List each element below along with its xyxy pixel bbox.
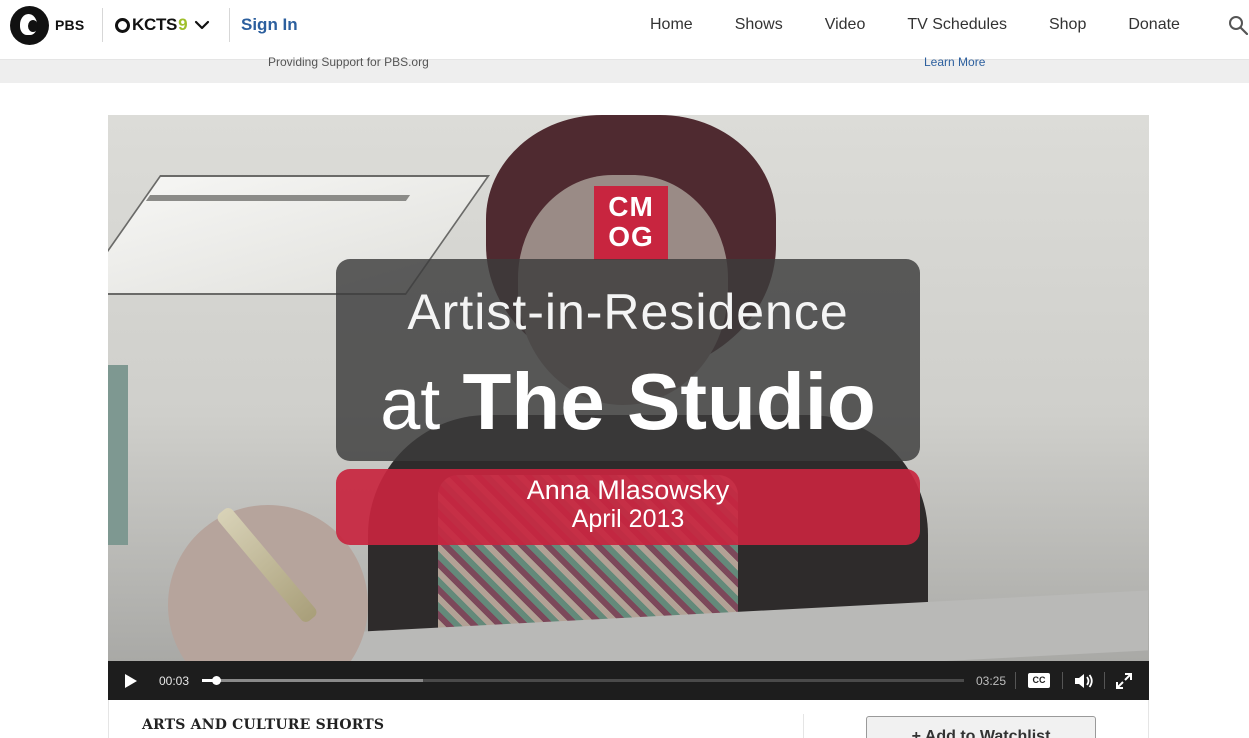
progress-buffered xyxy=(202,679,423,682)
title-line-1: Artist-in-Residence xyxy=(407,284,849,340)
search-icon[interactable] xyxy=(1228,15,1248,35)
total-time: 03:25 xyxy=(976,674,1007,688)
video-date: April 2013 xyxy=(571,505,685,533)
volume-icon[interactable] xyxy=(1074,672,1094,690)
nav-shows[interactable]: Shows xyxy=(735,16,783,34)
sponsor-strip: Providing Support for PBS.org Learn More xyxy=(0,55,1249,83)
video-frame[interactable]: CM OG Artist-in-Residence at The Studio … xyxy=(108,115,1149,661)
nav-donate[interactable]: Donate xyxy=(1128,16,1180,34)
nav-tv-schedules[interactable]: TV Schedules xyxy=(907,16,1007,34)
video-controls: 00:03 03:25 CC xyxy=(108,661,1149,700)
pbs-head-icon xyxy=(10,5,49,45)
video-player[interactable]: CM OG Artist-in-Residence at The Studio … xyxy=(108,115,1149,700)
station-selector[interactable]: KCTS 9 xyxy=(115,14,210,36)
fullscreen-icon[interactable] xyxy=(1116,673,1132,689)
closed-captions-button[interactable]: CC xyxy=(1028,673,1050,688)
station-number: 9 xyxy=(178,15,188,34)
nav-shop[interactable]: Shop xyxy=(1049,16,1086,34)
pbs-wordmark: PBS xyxy=(55,17,85,33)
nav-video[interactable]: Video xyxy=(825,16,866,34)
main-nav: Home Shows Video TV Schedules Shop Donat… xyxy=(650,16,1222,34)
progress-scrubber[interactable] xyxy=(211,676,221,685)
play-icon[interactable] xyxy=(124,673,138,689)
video-artist-card: Anna Mlasowsky April 2013 xyxy=(336,469,920,545)
header-divider xyxy=(102,8,103,42)
current-time: 00:03 xyxy=(159,674,190,688)
sign-in-link[interactable]: Sign In xyxy=(241,15,298,35)
artist-name: Anna Mlasowsky xyxy=(526,475,730,505)
page: PBS KCTS 9 Sign In Home Shows Video TV S… xyxy=(0,0,1249,738)
sponsor-text: Providing Support for PBS.org xyxy=(268,55,429,69)
pbs-logo[interactable]: PBS xyxy=(10,5,84,45)
station-name: KCTS xyxy=(132,15,178,34)
sponsor-learn-more-link[interactable]: Learn More xyxy=(924,55,985,69)
cmog-logo: CM OG xyxy=(594,186,668,260)
add-to-watchlist-button[interactable]: + Add to Watchlist xyxy=(866,716,1096,738)
video-title-card: Artist-in-Residence at The Studio xyxy=(336,259,920,461)
nav-home[interactable]: Home xyxy=(650,16,693,34)
station-ring-icon xyxy=(115,17,130,33)
chevron-down-icon xyxy=(194,20,209,30)
site-header: PBS KCTS 9 Sign In Home Shows Video TV S… xyxy=(0,0,1249,60)
video-details: ARTS AND CULTURE SHORTS + Add to Watchli… xyxy=(108,700,1149,738)
progress-bar[interactable] xyxy=(202,676,964,685)
title-line-2: at The Studio xyxy=(380,357,876,446)
show-category[interactable]: ARTS AND CULTURE SHORTS xyxy=(142,717,384,733)
header-divider xyxy=(229,8,230,42)
